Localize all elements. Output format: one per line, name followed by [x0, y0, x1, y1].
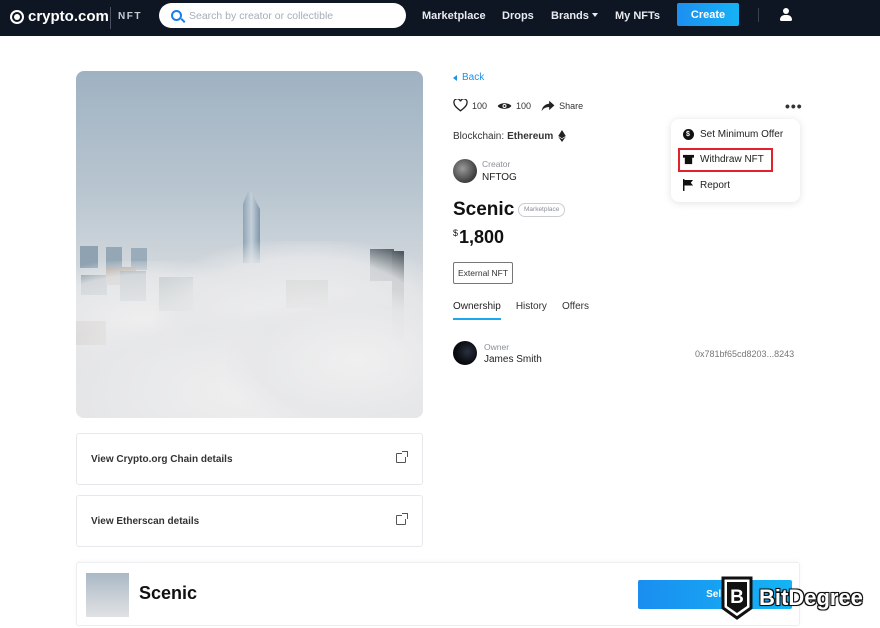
brand-name: crypto.com: [28, 8, 109, 25]
share-label: Share: [559, 100, 584, 111]
chevron-left-icon: [453, 74, 457, 81]
menu-item-set-minimum-offer[interactable]: $ Set Minimum Offer: [682, 129, 783, 140]
nft-price: $1,800: [453, 227, 504, 248]
nav-my-nfts[interactable]: My NFTs: [615, 10, 660, 22]
tab-history[interactable]: History: [516, 301, 547, 320]
creator-label: Creator: [482, 159, 511, 169]
user-account-icon[interactable]: [780, 8, 792, 22]
likes-count: 100: [472, 100, 488, 111]
nav-drops[interactable]: Drops: [502, 10, 534, 22]
more-options-icon[interactable]: •••: [785, 99, 803, 113]
price-currency: $: [453, 228, 459, 238]
ethereum-icon: [558, 130, 567, 142]
owner-address[interactable]: 0x781bf65cd8203...8243: [695, 349, 794, 359]
share-arrow-icon: [541, 100, 555, 111]
etherscan-details-label: View Etherscan details: [91, 515, 200, 527]
section-label: NFT: [118, 11, 142, 22]
like-button[interactable]: 100: [453, 99, 487, 112]
stats-row: 100 100 Share: [453, 99, 593, 112]
ownership-tabs: Ownership History Offers: [453, 301, 604, 320]
crypto-com-logo-icon: [10, 9, 24, 24]
search-icon: [171, 10, 182, 21]
menu-item-label: Report: [700, 179, 731, 191]
price-value: 1,800: [459, 227, 505, 247]
owner-avatar[interactable]: [453, 341, 477, 365]
owner-name[interactable]: James Smith: [484, 354, 542, 365]
brand-logo[interactable]: crypto.com: [10, 8, 109, 25]
marketplace-badge: Marketplace: [518, 203, 566, 217]
bottom-bar-title: Scenic: [139, 583, 198, 603]
menu-item-report[interactable]: Report: [682, 179, 730, 191]
views-count: 100: [516, 100, 532, 111]
external-nft-tag: External NFT: [453, 262, 514, 284]
back-label: Back: [462, 72, 485, 83]
tab-offers[interactable]: Offers: [562, 301, 589, 320]
logo-divider: [110, 7, 111, 29]
search-box[interactable]: [159, 3, 406, 28]
menu-item-label: Set Minimum Offer: [700, 129, 784, 140]
share-button[interactable]: Share: [541, 100, 583, 112]
watermark-text: BitDegree: [758, 584, 863, 611]
nft-thumbnail: [86, 573, 129, 617]
creator-name[interactable]: NFTOG: [482, 172, 517, 183]
external-link-icon: [396, 451, 408, 463]
nav-brands[interactable]: Brands: [551, 10, 598, 22]
create-button[interactable]: Create: [677, 3, 739, 26]
withdraw-nft-highlight-box: [678, 148, 773, 172]
crypto-org-chain-details-link[interactable]: View Crypto.org Chain details: [76, 433, 423, 485]
bitdegree-shield-icon: B: [721, 576, 753, 620]
blockchain-label: Blockchain:: [453, 130, 505, 142]
blockchain-value: Ethereum: [507, 130, 554, 142]
nft-image[interactable]: [76, 71, 423, 418]
owner-label: Owner: [484, 342, 510, 352]
back-link[interactable]: Back: [453, 72, 484, 83]
nav-brands-label: Brands: [551, 10, 589, 22]
flag-icon: [682, 179, 693, 191]
creator-avatar[interactable]: [453, 159, 477, 183]
views-stat: 100: [497, 101, 531, 111]
eye-icon: [497, 102, 512, 109]
bitdegree-watermark: B BitDegree: [721, 576, 864, 620]
external-link-icon: [396, 513, 408, 525]
blockchain-info: Blockchain: Ethereum: [453, 130, 567, 142]
nav-divider: [758, 8, 759, 22]
bottom-sticky-bar: Scenic Sell: [76, 562, 800, 626]
dollar-coin-icon: $: [682, 129, 694, 140]
nft-title: Scenic: [453, 199, 515, 220]
search-input[interactable]: [189, 9, 389, 22]
etherscan-details-link[interactable]: View Etherscan details: [76, 495, 423, 547]
top-navigation-bar: crypto.com NFT Marketplace Drops Brands …: [0, 0, 880, 36]
svg-text:B: B: [730, 587, 744, 608]
heart-icon: [453, 99, 468, 112]
crypto-org-chain-details-label: View Crypto.org Chain details: [91, 453, 233, 465]
nav-marketplace[interactable]: Marketplace: [422, 10, 486, 22]
chevron-down-icon: [591, 13, 598, 17]
tab-ownership[interactable]: Ownership: [453, 301, 501, 320]
